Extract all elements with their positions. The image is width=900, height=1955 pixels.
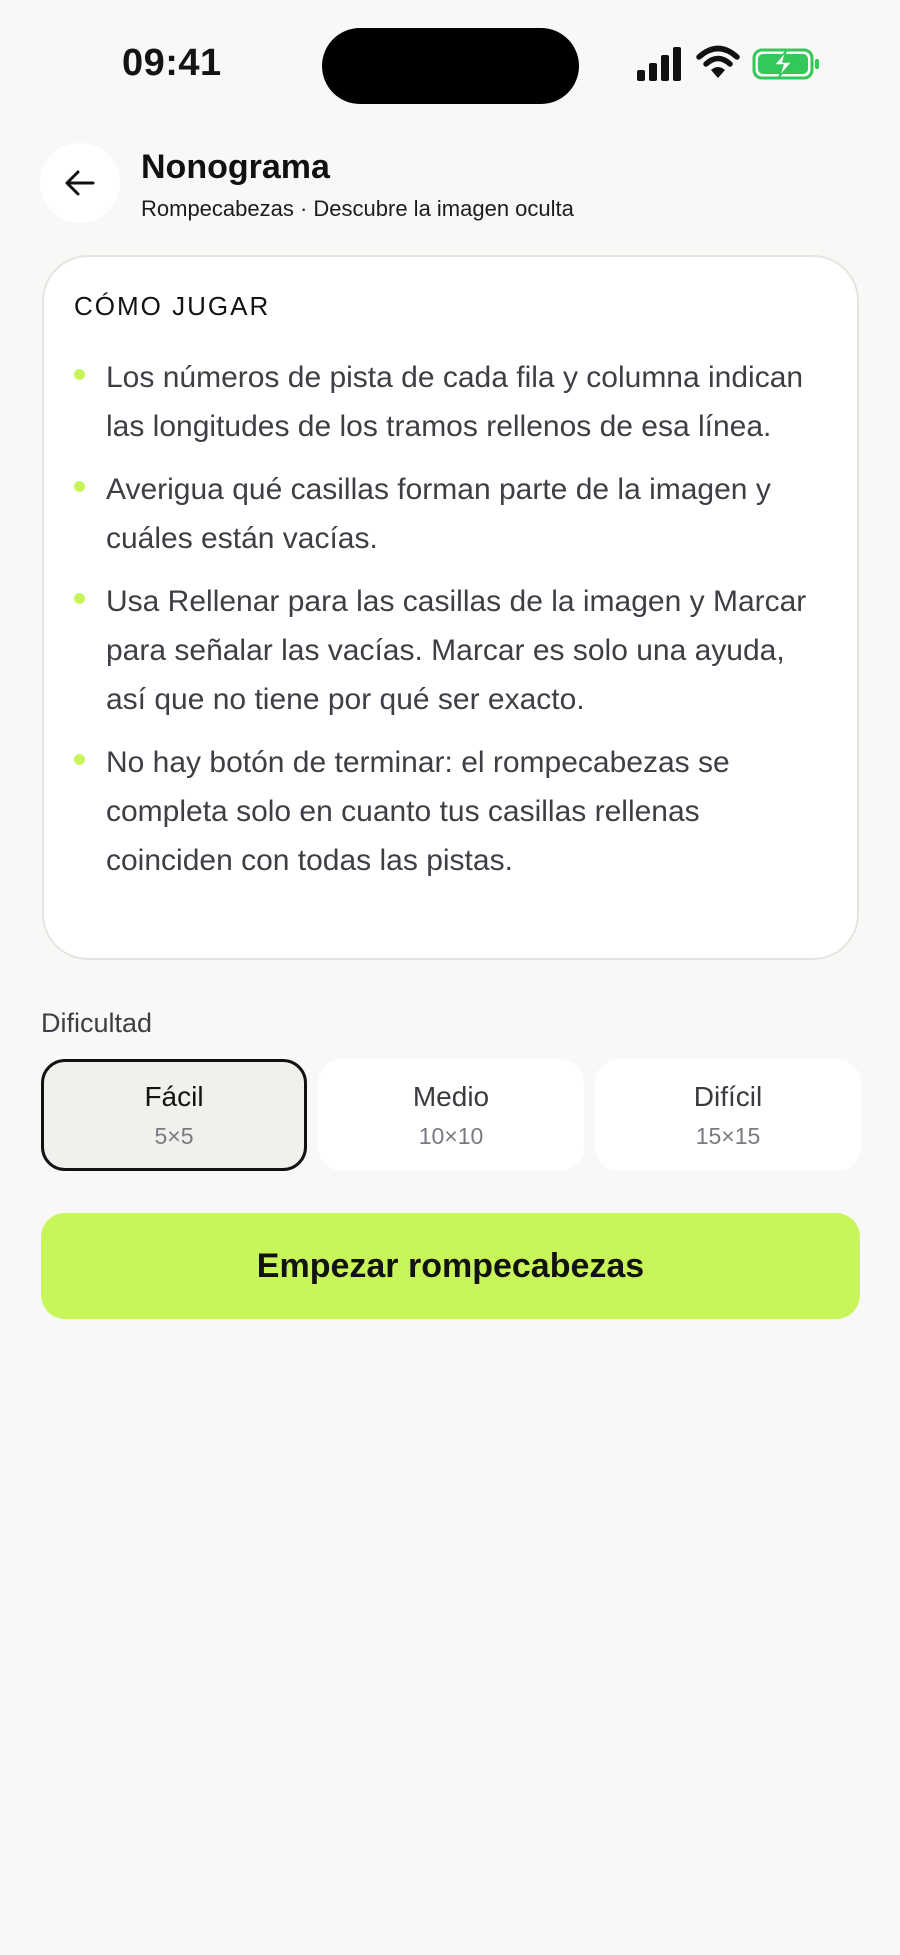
rule-text: Los números de pista de cada fila y colu…	[106, 361, 804, 443]
rule-text: No hay botón de terminar: el rompecabeza…	[106, 746, 730, 877]
difficulty-option-name: Medio	[412, 1080, 490, 1112]
difficulty-option-hard[interactable]: Difícil 15×15	[595, 1059, 861, 1171]
difficulty-option-medium[interactable]: Medio 10×10	[318, 1059, 584, 1171]
wifi-icon	[696, 45, 740, 78]
cellular-signal-icon	[637, 47, 681, 81]
rule-text: Usa Rellenar para las casillas de la ima…	[106, 585, 807, 716]
battery-charging-icon	[752, 48, 819, 80]
bullet-dot	[74, 593, 85, 604]
dynamic-island	[322, 28, 579, 104]
how-to-play-heading: CÓMO JUGAR	[74, 291, 271, 321]
rule-item: No hay botón de terminar: el rompecabeza…	[72, 738, 832, 885]
difficulty-selector: Fácil 5×5 Medio 10×10 Difícil 15×15	[41, 1059, 861, 1171]
difficulty-option-name: Difícil	[693, 1080, 763, 1112]
status-bar: 09:41	[0, 0, 900, 120]
difficulty-label: Dificultad	[41, 1008, 153, 1038]
difficulty-option-name: Fácil	[144, 1080, 204, 1112]
arrow-left-icon	[65, 170, 95, 196]
rules-list: Los números de pista de cada fila y colu…	[72, 353, 832, 899]
screen: 09:41 Nonograma Rompecabezas · Descubre …	[0, 0, 900, 1955]
difficulty-option-easy[interactable]: Fácil 5×5	[41, 1059, 307, 1171]
rule-item: Usa Rellenar para las casillas de la ima…	[72, 577, 832, 724]
rule-item: Averigua qué casillas forman parte de la…	[72, 465, 832, 563]
status-time: 09:41	[122, 42, 222, 84]
bullet-dot	[74, 754, 85, 765]
difficulty-option-size: 10×10	[418, 1122, 484, 1149]
bullet-dot	[74, 481, 85, 492]
start-puzzle-button[interactable]: Empezar rompecabezas	[41, 1213, 860, 1319]
difficulty-option-size: 5×5	[154, 1122, 194, 1149]
back-button[interactable]	[40, 143, 120, 223]
page-title: Nonograma	[141, 148, 330, 186]
rule-text: Averigua qué casillas forman parte de la…	[106, 473, 771, 555]
how-to-play-card: CÓMO JUGAR Los números de pista de cada …	[42, 255, 859, 960]
bullet-dot	[74, 369, 85, 380]
page-subtitle: Rompecabezas · Descubre la imagen oculta	[141, 196, 574, 221]
rule-item: Los números de pista de cada fila y colu…	[72, 353, 832, 451]
difficulty-option-size: 15×15	[695, 1122, 761, 1149]
